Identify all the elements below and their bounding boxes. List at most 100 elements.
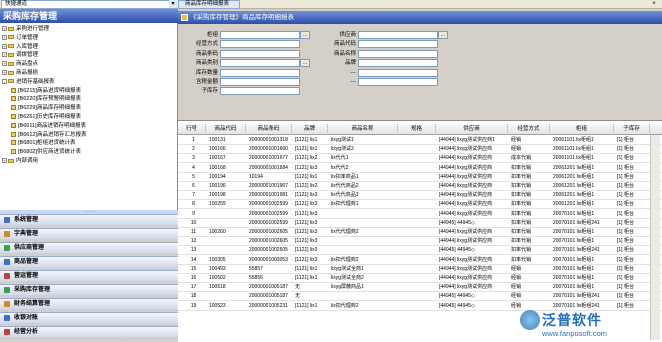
tree-report-item[interactable]: [B6215]商品进货明细报表 xyxy=(11,88,81,95)
tree-report-item[interactable]: [B6801]柜组进货统计表 xyxy=(11,140,75,147)
tree-folder[interactable]: + 入库管理 xyxy=(2,44,38,51)
chevron-down-icon[interactable]: ▾ xyxy=(169,0,177,8)
filter-input[interactable] xyxy=(358,49,438,58)
filter-input[interactable] xyxy=(220,31,300,39)
lookup-button[interactable]: … xyxy=(438,31,448,39)
grid-header: 行号 商品代码 商品条码 品牌 商品名称 规格 供应商 经营方式 柜组 子库存 xyxy=(178,124,662,135)
table-cell xyxy=(401,182,436,191)
filter-input[interactable] xyxy=(358,59,438,68)
filter-input[interactable] xyxy=(358,31,438,39)
expand-icon[interactable]: + xyxy=(2,70,7,76)
quick-nav-dropdown[interactable]: 快捷通道 xyxy=(1,0,177,9)
tree-report-item[interactable]: [B6261]历史库存明细报表 xyxy=(11,114,81,121)
close-icon[interactable]: × xyxy=(646,0,662,9)
table-cell: [1] 柜台 xyxy=(617,146,634,153)
table-row[interactable]: 10 20000001002599 [1121] lix3 [44945] 44945… xyxy=(178,219,662,228)
table-cell: [1121] lix3 xyxy=(295,219,318,226)
expand-icon[interactable]: + xyxy=(2,34,7,40)
table-row[interactable]: 13 20000001002605 [1121] lix3 [44945] 44945… xyxy=(178,246,662,256)
tree-label: [B6220]库存预警明细报表 xyxy=(18,96,81,103)
column-header[interactable]: 柜组 xyxy=(550,124,614,135)
tree-folder[interactable]: + 调拨管理 xyxy=(2,52,38,59)
table-row[interactable]: 5 100194 10194 [1121] lix1 lix扣率商品1 [44944] l… xyxy=(178,173,662,182)
expand-icon[interactable]: + xyxy=(2,52,7,58)
lookup-button[interactable]: … xyxy=(300,59,310,68)
lookup-button[interactable]: … xyxy=(300,31,310,39)
tree-report-item[interactable]: [B6611]商品进销存明细报表 xyxy=(11,123,86,130)
table-cell: 1 xyxy=(192,137,195,143)
table-row[interactable]: 14 100305 20000001003053 [1121] lix3 lix扣代理商… xyxy=(178,256,662,265)
tree-report-item[interactable]: [B6229]商品库存明细报表 xyxy=(11,105,81,112)
table-cell: 100198 xyxy=(209,192,226,199)
column-header[interactable]: 商品名称 xyxy=(328,124,398,135)
tree-folder[interactable]: + 订单管理 xyxy=(2,35,38,42)
table-row[interactable]: 2 100166 20000001001660 [1121] lix1 lixyg测试2… xyxy=(178,145,662,155)
nav-module-button[interactable]: 财务结算管理 xyxy=(0,298,178,309)
nav-module-button[interactable]: 字典管理 xyxy=(0,228,178,239)
column-header[interactable]: 规格 xyxy=(398,124,436,135)
column-header[interactable]: 供应商 xyxy=(436,124,508,135)
table-row[interactable]: 17 100518 20000001005187 无 lixyg屏蔽商品1 [44944]… xyxy=(178,283,662,293)
module-tree: + 采购进行管理 + 订单管理 + 入库管理 + 调拨管理 + 商品盘点 + 商品报损 - 进销存基础报表… xyxy=(0,23,178,210)
filter-input[interactable] xyxy=(358,78,438,86)
expand-icon[interactable]: + xyxy=(2,43,7,49)
table-row[interactable]: 11 100260 20000001002605 [1121] lix3 lix代代理商… xyxy=(178,228,662,237)
nav-module-button[interactable]: 采购库存管理 xyxy=(0,284,178,295)
table-row[interactable]: 9 20000001002599 [1121] lix3 [44944] lixyg测… xyxy=(178,210,662,219)
table-cell: 20061101 lix柜组1 xyxy=(553,155,594,162)
filter-input[interactable] xyxy=(220,68,300,77)
filter-input[interactable] xyxy=(220,40,300,49)
table-row[interactable]: 8 100259 20000001002599 [1121] lix3 lix扣代理商1… xyxy=(178,200,662,210)
table-row[interactable]: 12 20000001002605 [1121] lix3 [44944] lixyg… xyxy=(178,237,662,247)
nav-module-button[interactable]: 商品管理 xyxy=(0,256,178,267)
table-cell: 扣率代销 xyxy=(511,219,532,226)
column-header[interactable]: 经营方式 xyxy=(508,124,550,135)
column-header[interactable]: 品牌 xyxy=(292,124,328,135)
tree-folder[interactable]: + 采购进行管理 xyxy=(2,26,49,33)
filter-input[interactable] xyxy=(358,68,438,77)
column-header[interactable]: 子库存 xyxy=(614,124,650,135)
tree-folder[interactable]: + 商品盘点 xyxy=(2,61,38,68)
nav-module-button[interactable]: 供应商管理 xyxy=(0,242,178,253)
nav-module-button[interactable]: 经营分析 xyxy=(0,326,178,337)
tree-report-item[interactable]: [B6220]库存预警明细报表 xyxy=(11,96,81,103)
table-row[interactable]: 16 100502 55856 [1121] lix1 lixyg测试全商2 [44944… xyxy=(178,274,662,283)
tree-folder[interactable]: - 进销存基础报表 xyxy=(2,79,55,86)
table-row[interactable]: 18 20000001005187 无 [44945] 44945◇ 经销 2007010… xyxy=(178,292,662,302)
table-row[interactable]: 15 100493 55857 [1121] lix1 lixyg测试全商1 [44944… xyxy=(178,265,662,274)
table-row[interactable]: 6 100196 20000001001967 [1121] lix2 lix代代商品2… xyxy=(178,182,662,191)
filter-input[interactable] xyxy=(220,49,300,58)
table-cell: 20000001005231 xyxy=(249,302,288,309)
table-row[interactable]: 3 100167 20000001001677 [1121] lix2 lix代代1 [4… xyxy=(178,154,662,164)
column-header[interactable]: 商品条码 xyxy=(246,124,292,135)
table-row[interactable]: 7 100198 20000001001981 [1121] lix3 lix代代商品3… xyxy=(178,191,662,201)
tree-folder[interactable]: + 商品报损 xyxy=(2,70,38,77)
filter-input[interactable] xyxy=(358,40,438,49)
table-cell: [44944] lixyg测试供应商 xyxy=(439,275,493,281)
tab-stock-detail-report[interactable]: 商品库存明细报表 xyxy=(178,0,240,9)
table-cell: [1121] lix1 xyxy=(295,146,318,153)
table-cell: [1] 柜台 xyxy=(617,293,634,300)
table-cell xyxy=(209,246,246,255)
column-header[interactable]: 行号 xyxy=(178,124,206,135)
expand-icon[interactable]: + xyxy=(2,26,7,32)
filter-input[interactable] xyxy=(220,78,300,86)
table-row[interactable]: 4 100168 20000001001684 [1121] lix3 lix代代2 [4… xyxy=(178,164,662,173)
filter-input[interactable] xyxy=(220,87,300,96)
nav-module-button[interactable]: 收银对账 xyxy=(0,312,178,323)
nav-module-label: 供应商管理 xyxy=(14,245,45,251)
tree-report-item[interactable]: [B6802]供应商进货统计表 xyxy=(11,149,81,156)
table-row[interactable]: 1 100131 20000001001318 [1121] lix1 lixyg测试1… xyxy=(178,136,662,145)
expand-icon[interactable]: + xyxy=(2,61,7,67)
filter-input[interactable] xyxy=(220,59,300,68)
tree-folder[interactable]: + 内部调用 xyxy=(2,158,38,165)
expand-icon[interactable]: + xyxy=(2,158,7,164)
nav-module-button[interactable]: 系统管理 xyxy=(0,214,178,225)
tree-report-item[interactable]: [B6612]商品进销存汇总报表 xyxy=(11,132,86,139)
table-cell: [1] 柜台 xyxy=(617,137,634,143)
collapse-icon[interactable]: - xyxy=(2,78,7,84)
nav-module-button[interactable]: 营运管理 xyxy=(0,270,178,281)
table-cell: 10194 xyxy=(249,173,263,180)
column-header[interactable]: 商品代码 xyxy=(206,124,246,135)
table-cell: [44944] lixyg测试供应商1 xyxy=(439,137,495,143)
